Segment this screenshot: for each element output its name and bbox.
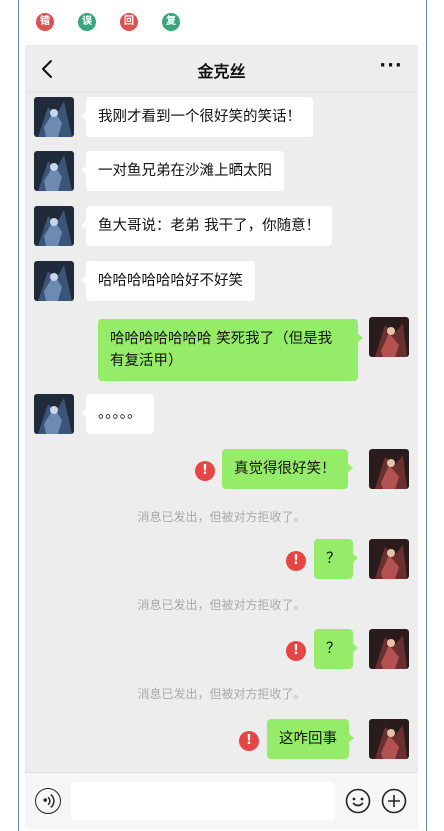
badge-1: 错 — [36, 13, 54, 31]
avatar-me[interactable] — [369, 539, 409, 579]
message-bubble[interactable]: 鱼大哥说：老弟 我干了，你随意！ — [80, 206, 333, 246]
avatar-me[interactable] — [369, 317, 409, 357]
input-bar — [25, 772, 418, 829]
avatar-jinx[interactable] — [34, 151, 74, 191]
nav-bar: 金克丝 ··· — [25, 45, 418, 93]
avatar-me[interactable] — [369, 629, 409, 669]
message-bubble[interactable]: 真觉得很好笑！ — [222, 449, 352, 489]
more-icon[interactable]: ··· — [377, 57, 405, 81]
message-row: 哈哈哈哈哈哈哈 笑死我了（但是我有复活甲） — [25, 317, 418, 383]
message-row: 一对鱼兄弟在沙滩上晒太阳 — [25, 151, 418, 195]
message-bubble[interactable]: 这咋回事 — [267, 719, 354, 759]
avatar-me[interactable] — [369, 449, 409, 489]
error-icon[interactable]: ! — [286, 641, 306, 661]
rejected-notice: 消息已发出，但被对方拒收了。 — [137, 687, 306, 701]
message-row: ! ？ — [25, 539, 418, 583]
error-icon[interactable]: ! — [195, 461, 215, 481]
message-row: ! 这咋回事 — [25, 719, 418, 763]
badge-4: 复 — [162, 13, 180, 31]
message-input[interactable] — [71, 782, 335, 820]
badge-3: 回 — [120, 13, 138, 31]
frame-line-left — [18, 0, 19, 831]
error-icon[interactable]: ! — [239, 731, 259, 751]
voice-icon[interactable] — [35, 788, 61, 814]
chat-window: 金克丝 ··· 我刚才看到一个很好笑的笑话！ 一对鱼兄弟在沙滩上晒太阳 鱼大哥说… — [25, 45, 418, 829]
message-bubble[interactable]: 我刚才看到一个很好笑的笑话！ — [81, 97, 313, 137]
message-row: 我刚才看到一个很好笑的笑话！ — [25, 97, 418, 141]
message-row: 。。。。。 — [25, 394, 418, 438]
message-bubble[interactable]: ？ — [314, 629, 357, 669]
avatar-jinx[interactable] — [34, 394, 74, 434]
error-icon[interactable]: ! — [286, 551, 306, 571]
badge-2: 误 — [78, 13, 96, 31]
emoji-icon[interactable] — [345, 788, 371, 814]
avatar-jinx[interactable] — [34, 97, 74, 137]
chat-title: 金克丝 — [197, 62, 246, 81]
message-row: ! ？ — [25, 629, 418, 673]
message-row: 哈哈哈哈哈哈好不好笑 — [25, 261, 418, 305]
rejected-notice: 消息已发出，但被对方拒收了。 — [137, 510, 306, 524]
message-row: ! 真觉得很好笑！ — [25, 449, 418, 493]
avatar-jinx[interactable] — [34, 206, 74, 246]
message-bubble[interactable]: ？ — [314, 539, 357, 579]
frame-line-right — [426, 0, 427, 831]
message-row: 鱼大哥说：老弟 我干了，你随意！ — [25, 206, 418, 250]
header-badges: 错 误 回 复 — [36, 13, 204, 31]
rejected-notice: 消息已发出，但被对方拒收了。 — [137, 598, 306, 612]
message-bubble[interactable]: 。。。。。 — [81, 394, 154, 434]
message-bubble[interactable]: 哈哈哈哈哈哈哈 笑死我了（但是我有复活甲） — [98, 319, 363, 381]
avatar-me[interactable] — [369, 719, 409, 759]
avatar-jinx[interactable] — [34, 261, 74, 301]
message-bubble[interactable]: 一对鱼兄弟在沙滩上晒太阳 — [81, 151, 284, 191]
plus-icon[interactable] — [381, 788, 407, 814]
message-bubble[interactable]: 哈哈哈哈哈哈好不好笑 — [81, 261, 255, 301]
